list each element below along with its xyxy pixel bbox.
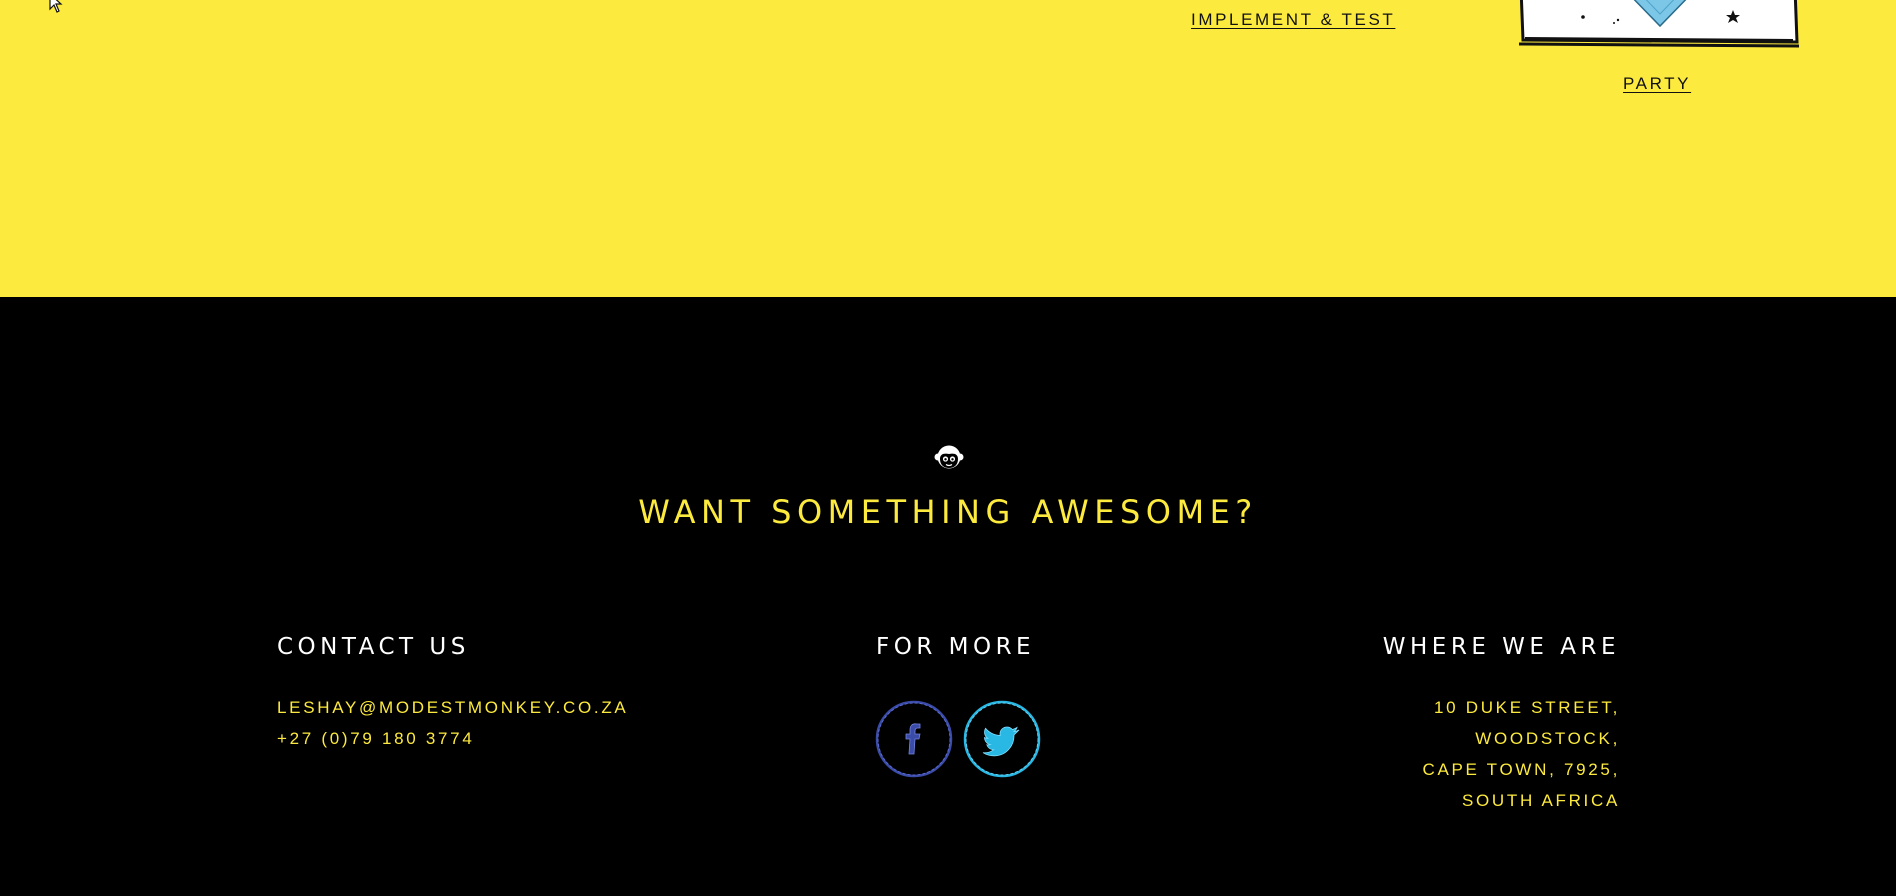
mouse-cursor-icon <box>49 0 63 13</box>
party-illustration <box>1518 0 1800 48</box>
page: IMPLEMENT & TEST PARTY WANT SOMETHING AW… <box>0 0 1896 896</box>
email-link[interactable]: LESHAY@MODESTMONKEY.CO.ZA <box>277 692 628 723</box>
address-line: SOUTH AFRICA <box>1461 791 1620 810</box>
phone-number: +27 (0)79 180 3774 <box>277 729 475 748</box>
facebook-icon <box>875 700 953 778</box>
monkey-logo-icon <box>934 445 964 469</box>
twitter-button[interactable] <box>963 700 1041 778</box>
address-line: WOODSTOCK, <box>1475 729 1620 748</box>
cta-heading: WANT SOMETHING AWESOME? <box>638 493 1258 531</box>
contact-details: LESHAY@MODESTMONKEY.CO.ZA +27 (0)79 180 … <box>277 692 628 754</box>
contact-us-heading: CONTACT US <box>277 634 470 660</box>
implement-test-link[interactable]: IMPLEMENT & TEST <box>1191 10 1395 30</box>
process-section: IMPLEMENT & TEST PARTY <box>0 0 1896 297</box>
twitter-icon <box>963 700 1041 778</box>
footer: WANT SOMETHING AWESOME? CONTACT US LESHA… <box>0 297 1896 896</box>
address: 10 DUKE STREET, WOODSTOCK, CAPE TOWN, 79… <box>1422 692 1620 816</box>
social-links <box>875 700 1041 778</box>
address-line: 10 DUKE STREET, <box>1434 698 1620 717</box>
for-more-heading: FOR MORE <box>876 634 1036 660</box>
where-we-are-heading: WHERE WE ARE <box>1382 634 1620 660</box>
address-line: CAPE TOWN, 7925, <box>1422 760 1620 779</box>
facebook-button[interactable] <box>875 700 953 778</box>
party-link[interactable]: PARTY <box>1623 74 1691 94</box>
